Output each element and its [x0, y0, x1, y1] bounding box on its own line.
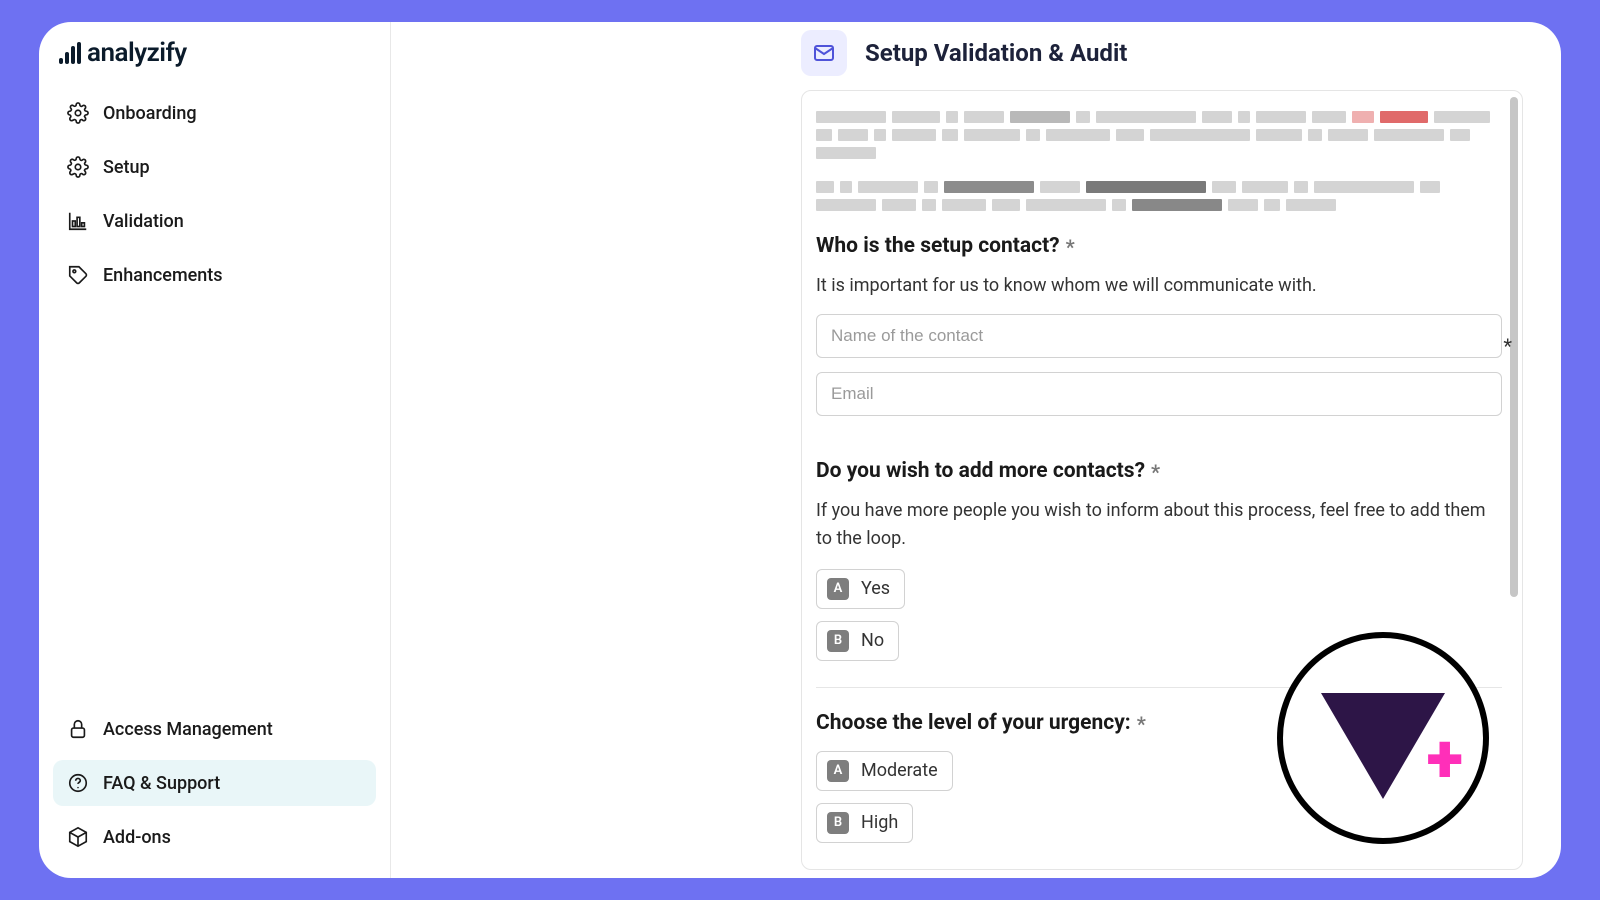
sidebar-item-label: Enhancements [103, 265, 223, 286]
sidebar: analyzify Onboarding Setup Validation [39, 22, 391, 878]
option-label: Moderate [861, 760, 938, 781]
required-star-icon: * [1066, 235, 1075, 259]
page-title: Setup Validation & Audit [865, 39, 1127, 67]
key-badge: B [827, 812, 849, 834]
required-star-icon: * [1503, 334, 1512, 358]
question-morecontacts-title: Do you wish to add more contacts?* [816, 458, 1502, 483]
sidebar-item-onboarding[interactable]: Onboarding [53, 90, 376, 136]
page-header: Setup Validation & Audit [801, 28, 1523, 90]
option-moderate[interactable]: A Moderate [816, 751, 953, 791]
plus-icon [1427, 725, 1463, 793]
sidebar-item-label: Access Management [103, 719, 273, 740]
option-label: Yes [861, 578, 890, 599]
tag-icon [67, 264, 89, 286]
logo-icon [59, 42, 81, 64]
required-star-icon: * [1137, 712, 1146, 736]
contact-name-input[interactable] [816, 314, 1502, 358]
sidebar-item-label: Onboarding [103, 103, 197, 124]
redacted-intro-2 [816, 181, 1502, 211]
lock-icon [67, 718, 89, 740]
logo: analyzify [53, 36, 376, 90]
key-badge: A [827, 760, 849, 782]
sidebar-item-setup[interactable]: Setup [53, 144, 376, 190]
question-contact-title: Who is the setup contact?* [816, 233, 1502, 258]
brand-badge [1277, 632, 1489, 844]
option-no[interactable]: B No [816, 621, 899, 661]
sidebar-item-label: Validation [103, 211, 184, 232]
sidebar-item-faq[interactable]: FAQ & Support [53, 760, 376, 806]
option-high[interactable]: B High [816, 803, 913, 843]
nav-secondary: Access Management FAQ & Support Add-ons [53, 706, 376, 860]
sidebar-item-validation[interactable]: Validation [53, 198, 376, 244]
required-star-icon: * [1151, 460, 1160, 484]
sidebar-item-label: FAQ & Support [103, 773, 220, 794]
gear-icon [67, 156, 89, 178]
bar-chart-icon [67, 210, 89, 232]
sidebar-item-label: Setup [103, 157, 150, 178]
option-label: No [861, 630, 884, 651]
contact-email-input[interactable] [816, 372, 1502, 416]
sidebar-item-enhancements[interactable]: Enhancements [53, 252, 376, 298]
key-badge: A [827, 578, 849, 600]
box-icon [67, 826, 89, 848]
option-yes[interactable]: A Yes [816, 569, 905, 609]
sidebar-item-access[interactable]: Access Management [53, 706, 376, 752]
question-contact-helper: It is important for us to know whom we w… [816, 272, 1502, 300]
gear-icon [67, 102, 89, 124]
redacted-intro [816, 111, 1502, 159]
app-frame: analyzify Onboarding Setup Validation [39, 22, 1561, 878]
nav-primary: Onboarding Setup Validation Enhancements [53, 90, 376, 298]
help-icon [67, 772, 89, 794]
mail-icon [801, 30, 847, 76]
option-label: High [861, 812, 898, 833]
question-morecontacts-helper: If you have more people you wish to info… [816, 497, 1502, 553]
sidebar-item-addons[interactable]: Add-ons [53, 814, 376, 860]
sidebar-item-label: Add-ons [103, 827, 171, 848]
logo-text: analyzify [87, 38, 187, 68]
key-badge: B [827, 630, 849, 652]
